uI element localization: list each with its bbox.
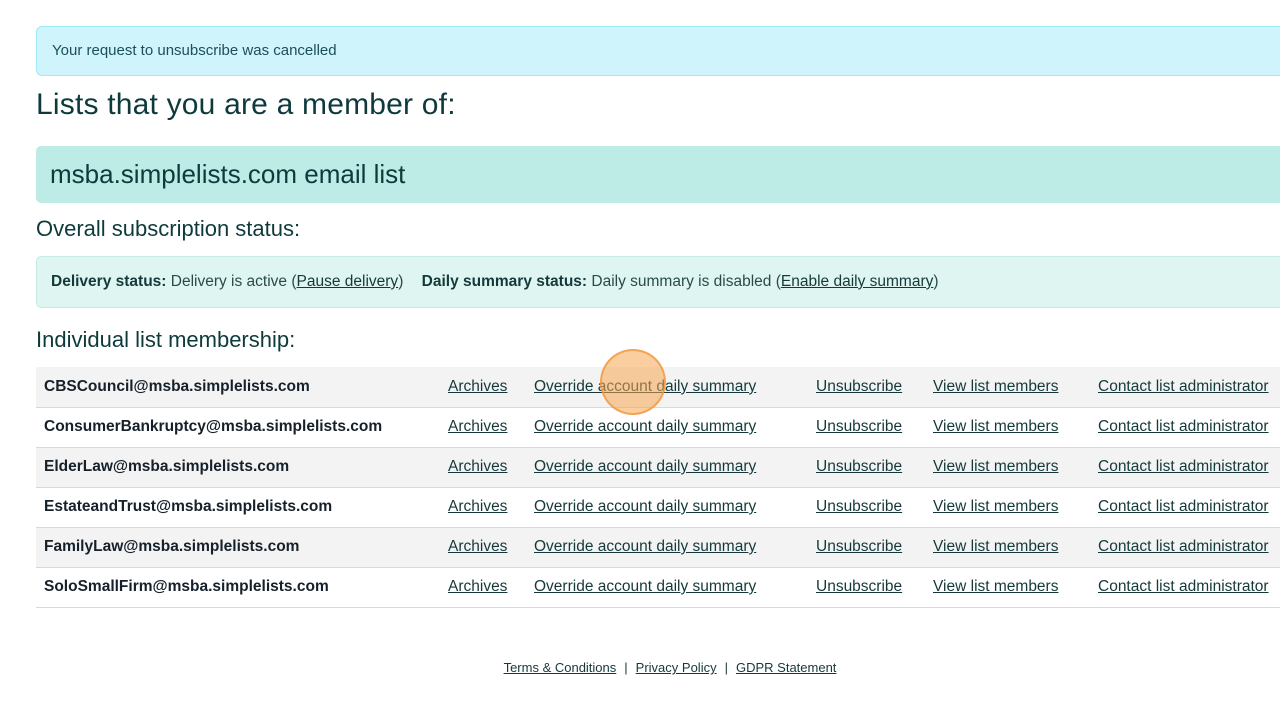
table-row: FamilyLaw@msba.simplelists.com Archives Ov… — [36, 527, 1280, 567]
view-list-members-link[interactable]: View list members — [933, 538, 1058, 555]
contact-list-administrator-link[interactable]: Contact list administrator — [1098, 538, 1269, 555]
table-row: CBSCouncil@msba.simplelists.com Archives O… — [36, 367, 1280, 407]
view-list-members-cell: View list members — [933, 367, 1098, 407]
contact-list-administrator-link[interactable]: Contact list administrator — [1098, 378, 1269, 395]
override-daily-summary-link[interactable]: Override account daily summary — [534, 418, 756, 435]
list-address: ConsumerBankruptcy@msba.simplelists.com — [44, 418, 383, 435]
table-row: ConsumerBankruptcy@msba.simplelists.com A… — [36, 407, 1280, 447]
page: Your request to unsubscribe was cancelle… — [0, 0, 1280, 713]
enable-daily-summary-link[interactable]: Enable daily summary — [781, 273, 933, 290]
delivery-status-text: Delivery is active — [170, 273, 288, 290]
contact-list-administrator-cell: Contact list administrator — [1098, 407, 1280, 447]
archives-cell: Archives — [448, 407, 534, 447]
unsubscribe-cell: Unsubscribe — [816, 447, 933, 487]
view-list-members-link[interactable]: View list members — [933, 578, 1058, 595]
table-row: SoloSmallFirm@msba.simplelists.com Archiv… — [36, 567, 1280, 607]
archives-cell: Archives — [448, 567, 534, 607]
unsubscribe-link[interactable]: Unsubscribe — [816, 578, 902, 595]
view-list-members-link[interactable]: View list members — [933, 498, 1058, 515]
overall-status-heading: Overall subscription status: — [36, 216, 301, 241]
archives-link[interactable]: Archives — [448, 498, 507, 515]
membership-table: CBSCouncil@msba.simplelists.com Archives O… — [36, 367, 1280, 608]
override-daily-summary-link[interactable]: Override account daily summary — [534, 498, 756, 515]
archives-link[interactable]: Archives — [448, 458, 507, 475]
contact-list-administrator-cell: Contact list administrator — [1098, 567, 1280, 607]
archives-cell: Archives — [448, 447, 534, 487]
unsubscribe-link[interactable]: Unsubscribe — [816, 458, 902, 475]
archives-cell: Archives — [448, 527, 534, 567]
override-daily-summary-cell: Override account daily summary — [534, 567, 816, 607]
contact-list-administrator-cell: Contact list administrator — [1098, 447, 1280, 487]
list-address: EstateandTrust@msba.simplelists.com — [44, 498, 333, 515]
override-daily-summary-cell: Override account daily summary — [534, 367, 816, 407]
view-list-members-cell: View list members — [933, 487, 1098, 527]
privacy-policy-link[interactable]: Privacy Policy — [636, 660, 717, 675]
contact-list-administrator-cell: Contact list administrator — [1098, 527, 1280, 567]
override-daily-summary-cell: Override account daily summary — [534, 487, 816, 527]
footer-separator: | — [624, 660, 628, 675]
contact-list-administrator-cell: Contact list administrator — [1098, 367, 1280, 407]
archives-link[interactable]: Archives — [448, 378, 507, 395]
contact-list-administrator-link[interactable]: Contact list administrator — [1098, 498, 1269, 515]
list-address: CBSCouncil@msba.simplelists.com — [44, 377, 310, 395]
list-address: SoloSmallFirm@msba.simplelists.com — [44, 578, 329, 595]
archives-cell: Archives — [448, 487, 534, 527]
unsubscribe-link[interactable]: Unsubscribe — [816, 418, 902, 435]
contact-list-administrator-link[interactable]: Contact list administrator — [1098, 418, 1269, 435]
unsubscribe-cell: Unsubscribe — [816, 407, 933, 447]
unsubscribe-cell: Unsubscribe — [816, 567, 933, 607]
unsubscribe-cancelled-alert: Your request to unsubscribe was cancelle… — [36, 26, 1280, 76]
clipped-page-heading — [440, 0, 660, 4]
override-daily-summary-cell: Override account daily summary — [534, 447, 816, 487]
footer-separator: | — [724, 660, 728, 675]
unsubscribe-link[interactable]: Unsubscribe — [816, 378, 902, 395]
unsubscribe-cell: Unsubscribe — [816, 527, 933, 567]
contact-list-administrator-link[interactable]: Contact list administrator — [1098, 578, 1269, 595]
delivery-status-label: Delivery status: — [51, 273, 167, 290]
override-daily-summary-link[interactable]: Override account daily summary — [534, 538, 756, 555]
override-daily-summary-link[interactable]: Override account daily summary — [534, 378, 756, 395]
footer: Terms & Conditions | Privacy Policy | GDPR S… — [0, 660, 1280, 675]
archives-link[interactable]: Archives — [448, 578, 507, 595]
override-daily-summary-cell: Override account daily summary — [534, 407, 816, 447]
table-row: ElderLaw@msba.simplelists.com Archives Ove… — [36, 447, 1280, 487]
pause-delivery-link[interactable]: Pause delivery — [297, 273, 399, 290]
list-address: ElderLaw@msba.simplelists.com — [44, 458, 290, 475]
lists-member-heading: Lists that you are a member of: — [36, 88, 456, 121]
archives-cell: Archives — [448, 367, 534, 407]
archives-link[interactable]: Archives — [448, 418, 507, 435]
unsubscribe-cell: Unsubscribe — [816, 487, 933, 527]
list-address: FamilyLaw@msba.simplelists.com — [44, 538, 300, 555]
override-daily-summary-cell: Override account daily summary — [534, 527, 816, 567]
override-daily-summary-link[interactable]: Override account daily summary — [534, 458, 756, 475]
unsubscribe-cell: Unsubscribe — [816, 367, 933, 407]
view-list-members-link[interactable]: View list members — [933, 378, 1058, 395]
summary-status-text: Daily summary is disabled — [591, 273, 772, 290]
view-list-members-cell: View list members — [933, 407, 1098, 447]
terms-link[interactable]: Terms & Conditions — [504, 660, 617, 675]
subscription-status-box: Delivery status: Delivery is active (Pau… — [36, 256, 1280, 308]
view-list-members-link[interactable]: View list members — [933, 418, 1058, 435]
unsubscribe-link[interactable]: Unsubscribe — [816, 498, 902, 515]
unsubscribe-link[interactable]: Unsubscribe — [816, 538, 902, 555]
individual-membership-heading: Individual list membership: — [36, 327, 296, 352]
gdpr-statement-link[interactable]: GDPR Statement — [736, 660, 836, 675]
override-daily-summary-link[interactable]: Override account daily summary — [534, 578, 756, 595]
view-list-members-cell: View list members — [933, 447, 1098, 487]
view-list-members-cell: View list members — [933, 567, 1098, 607]
table-row: EstateandTrust@msba.simplelists.com Archi… — [36, 487, 1280, 527]
alert-message: Your request to unsubscribe was cancelle… — [52, 42, 337, 59]
view-list-members-link[interactable]: View list members — [933, 458, 1058, 475]
view-list-members-cell: View list members — [933, 527, 1098, 567]
list-title-banner: msba.simplelists.com email list — [36, 146, 1280, 203]
archives-link[interactable]: Archives — [448, 538, 507, 555]
contact-list-administrator-cell: Contact list administrator — [1098, 487, 1280, 527]
summary-status-label: Daily summary status: — [421, 273, 588, 290]
contact-list-administrator-link[interactable]: Contact list administrator — [1098, 458, 1269, 475]
